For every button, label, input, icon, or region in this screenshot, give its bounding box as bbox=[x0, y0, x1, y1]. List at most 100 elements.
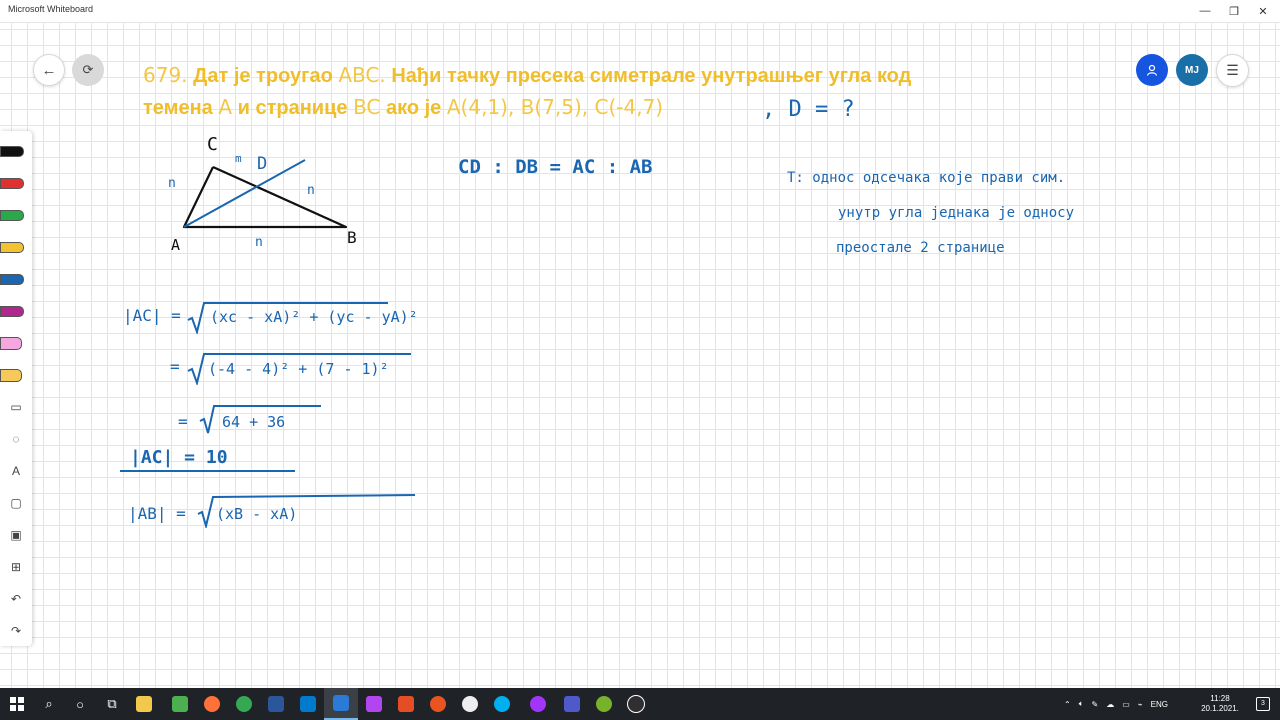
chevron-up-icon[interactable]: ⌃ bbox=[1064, 700, 1071, 709]
ubuntu-icon bbox=[430, 696, 446, 712]
taskbar-app[interactable] bbox=[163, 688, 197, 720]
taskbar-app[interactable] bbox=[291, 688, 325, 720]
taskbar-cortana[interactable]: ○ bbox=[63, 688, 97, 720]
image-tool[interactable]: ▣ bbox=[0, 521, 32, 549]
note-tool[interactable]: ▢ bbox=[0, 489, 32, 517]
pen-red[interactable] bbox=[0, 169, 32, 197]
ac-sum-lhs: = bbox=[178, 412, 188, 431]
pen-blue[interactable] bbox=[0, 265, 32, 293]
lasso-icon: ◌ bbox=[12, 432, 20, 446]
ab-formula-radicand: (xB - xA) bbox=[216, 505, 298, 523]
taskbar-app[interactable] bbox=[195, 688, 229, 720]
taskbar-app[interactable] bbox=[521, 688, 555, 720]
chrome-icon bbox=[236, 696, 252, 712]
share-icon: ⟳ bbox=[82, 62, 94, 77]
task-view-icon: ⧉ bbox=[107, 696, 117, 711]
taskbar-app[interactable] bbox=[453, 688, 487, 720]
highlighter-pink[interactable] bbox=[0, 329, 32, 357]
language-indicator[interactable]: ENG bbox=[1151, 700, 1168, 709]
problem-number: 679. bbox=[143, 63, 188, 87]
theorem-line-3: преосталe 2 странице bbox=[836, 240, 1005, 256]
taskbar-app[interactable] bbox=[127, 688, 161, 720]
pen-yellow[interactable] bbox=[0, 233, 32, 261]
taskbar-whiteboard-active[interactable] bbox=[324, 688, 358, 720]
obs-icon bbox=[627, 695, 645, 713]
clock-time: 11:28 bbox=[1210, 694, 1230, 703]
problem-line-2: темена A и странице BC ако је A(4,1), B(… bbox=[143, 92, 1063, 124]
taskbar-app[interactable] bbox=[555, 688, 589, 720]
volume-icon[interactable]: 🔈︎ bbox=[1079, 699, 1084, 709]
settings-menu-button[interactable]: ☰ bbox=[1216, 54, 1249, 87]
invite-button[interactable] bbox=[1136, 54, 1168, 86]
question-d: , D = ? bbox=[762, 97, 855, 122]
action-center-button[interactable]: 3 bbox=[1246, 688, 1280, 720]
close-button[interactable]: ✕ bbox=[1245, 0, 1280, 22]
back-button[interactable]: ← bbox=[33, 54, 65, 86]
network-icon[interactable]: ▭ bbox=[1122, 700, 1130, 709]
eraser-tool[interactable] bbox=[0, 361, 32, 389]
vscode-icon bbox=[300, 696, 316, 712]
taskbar-app[interactable] bbox=[485, 688, 519, 720]
window-title: Microsoft Whiteboard bbox=[8, 4, 94, 14]
taskbar-app[interactable] bbox=[259, 688, 293, 720]
search-icon: ⌕ bbox=[45, 696, 53, 711]
pen-green[interactable] bbox=[0, 201, 32, 229]
problem-heading: 679. Дат је троугао ABC. Нађи тачку прес… bbox=[143, 60, 1063, 124]
ac-sum-radicand: 64 + 36 bbox=[222, 413, 286, 431]
ac-substitution-lhs: = bbox=[170, 357, 180, 376]
title-bar: Microsoft Whiteboard — ❐ ✕ bbox=[0, 0, 1280, 23]
problem-text: и странице bbox=[237, 97, 348, 119]
taskbar-task-view[interactable]: ⧉ bbox=[95, 688, 129, 720]
messenger-icon bbox=[530, 696, 546, 712]
problem-text: Нађи тачку пресека симетрале унутрашњег … bbox=[391, 65, 912, 87]
pen-purple[interactable] bbox=[0, 297, 32, 325]
ratio-equation: CD : DB = AC : AB bbox=[458, 156, 653, 178]
whiteboard-icon bbox=[333, 695, 349, 711]
word-icon bbox=[268, 696, 284, 712]
segment-mark-cd: m bbox=[235, 152, 242, 165]
ruler-tool[interactable]: ▭ bbox=[0, 393, 32, 421]
menu-icon: ☰ bbox=[1226, 62, 1239, 78]
taskbar-app[interactable] bbox=[389, 688, 423, 720]
lasso-tool[interactable]: ◌ bbox=[0, 425, 32, 453]
share-button[interactable]: ⟳ bbox=[72, 54, 104, 86]
power-icon[interactable]: ⌁ bbox=[1138, 700, 1143, 709]
taskbar-search[interactable]: ⌕ bbox=[32, 688, 66, 720]
taskbar-app[interactable] bbox=[587, 688, 621, 720]
cloud-icon[interactable]: ☁︎ bbox=[1106, 700, 1114, 709]
problem-coordinates: A(4,1), B(7,5), C(-4,7) bbox=[446, 95, 664, 119]
segment-mark-ac: n bbox=[168, 176, 176, 191]
text-tool[interactable]: A bbox=[0, 457, 32, 485]
taskbar-app[interactable] bbox=[619, 688, 653, 720]
ac-formula-radicand: (xc - xA)² + (yc - yA)² bbox=[210, 308, 418, 326]
user-avatar[interactable]: MJ bbox=[1176, 54, 1208, 86]
pen-icon bbox=[0, 209, 24, 221]
html-icon bbox=[398, 696, 414, 712]
pen-black[interactable] bbox=[0, 137, 32, 165]
redo-button[interactable]: ↷ bbox=[0, 617, 32, 645]
pen-icon bbox=[0, 177, 24, 189]
system-clock[interactable]: 11:28 20.1.2021. bbox=[1200, 694, 1240, 714]
inking-toolbar: ▭ ◌ A ▢ ▣ ⊞ ↶ ↷ bbox=[0, 131, 32, 646]
taskbar-app[interactable] bbox=[227, 688, 261, 720]
back-arrow-icon: ← bbox=[41, 61, 57, 79]
ruler-icon: ▭ bbox=[10, 400, 22, 414]
system-tray[interactable]: ⌃ 🔈︎ ✎ ☁︎ ▭ ⌁ ENG bbox=[1064, 688, 1168, 720]
start-button[interactable] bbox=[0, 688, 34, 720]
segment-mark-ab: n bbox=[255, 235, 263, 250]
undo-button[interactable]: ↶ bbox=[0, 585, 32, 613]
problem-math: A bbox=[218, 95, 233, 119]
whiteboard-canvas[interactable]: ← ⟳ MJ ☰ 679. Дат је троугао ABC. Нађи т… bbox=[0, 23, 1280, 688]
add-tool[interactable]: ⊞ bbox=[0, 553, 32, 581]
pen-icon bbox=[0, 241, 24, 253]
windows-taskbar: ⌕ ○ ⧉ ⌃ 🔈︎ ✎ ☁︎ ▭ ⌁ ENG 11:28 20.1.2021.… bbox=[0, 688, 1280, 720]
file-explorer-icon bbox=[136, 696, 152, 712]
pen-icon bbox=[0, 273, 24, 285]
ab-formula-lhs: |AB| = bbox=[128, 504, 186, 523]
eraser-icon bbox=[0, 368, 22, 382]
theorem-line-2: унутр угла једнака је односу bbox=[838, 205, 1075, 221]
taskbar-app[interactable] bbox=[421, 688, 455, 720]
image-icon: ▣ bbox=[10, 528, 22, 542]
taskbar-app[interactable] bbox=[357, 688, 391, 720]
pen-workspace-icon[interactable]: ✎ bbox=[1092, 700, 1099, 709]
